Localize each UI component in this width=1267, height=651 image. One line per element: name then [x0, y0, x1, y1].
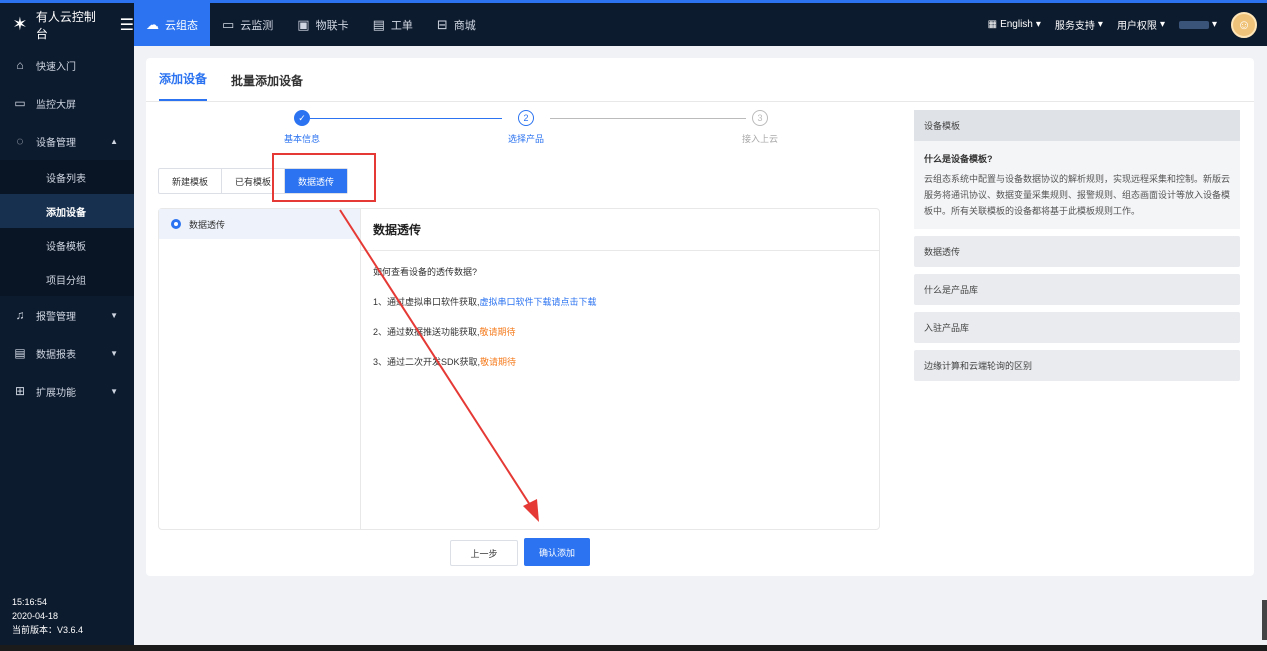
username-blurred — [1178, 20, 1209, 29]
page-tabs: 添加设备 批量添加设备 — [146, 58, 1254, 102]
panel-title: 数据透传 — [361, 209, 879, 251]
step-cloud-access: 3 接入上云 — [710, 110, 810, 145]
panel-question: 如何查看设备的透传数据? — [373, 267, 478, 277]
caret-down-icon: ▾ — [1035, 19, 1041, 30]
step-select-product: 2 选择产品 — [476, 110, 576, 145]
report-icon: ▤ — [14, 346, 26, 360]
language-icon: ▦ — [987, 19, 998, 30]
caret-down-icon: ▾ — [1159, 19, 1165, 30]
confirm-add-button[interactable]: 确认添加 — [524, 538, 590, 566]
prev-step-button[interactable]: 上一步 — [450, 540, 518, 566]
sidebar-item-reports[interactable]: ▤ 数据报表 ▼ — [0, 334, 134, 372]
help-product-library[interactable]: 什么是产品库 — [914, 274, 1240, 305]
coming-soon-link[interactable]: 敬请期待 — [480, 357, 516, 367]
download-link[interactable]: 虚拟串口软件下载请点击下载 — [480, 297, 597, 307]
cloud-icon: ☁ — [146, 16, 159, 32]
coming-soon-link[interactable]: 敬请期待 — [480, 327, 516, 337]
sidebar: ⌂ 快速入门 ▭ 监控大屏 ◌ 设备管理 ▲ 设备列表 添加设备 设备模板 项目分组 ♫… — [0, 46, 134, 651]
shop-icon: ⊟ — [436, 16, 448, 32]
screen-icon: ▭ — [14, 96, 26, 110]
logo-icon: ✶ — [12, 14, 28, 34]
sidebar-item-alarm[interactable]: ♫ 报警管理 ▼ — [0, 296, 134, 334]
brand-title: 有人云控制台 — [35, 9, 96, 41]
sidebar-item-extensions[interactable]: ⊞ 扩展功能 ▼ — [0, 372, 134, 410]
main-card: 添加设备 批量添加设备 ✓ 基本信息 2 选择产品 3 接入上云 新建模板 已有… — [146, 58, 1254, 576]
nav-sim-card[interactable]: ▣ 物联卡 — [285, 3, 360, 46]
caret-down-icon: ▼ — [110, 386, 118, 396]
help-panel: 设备模板 什么是设备模板? 云组态系统中配置与设备数据协议的解析规则，实现远程采… — [914, 110, 1240, 388]
help-device-template-content: 什么是设备模板? 云组态系统中配置与设备数据协议的解析规则，实现远程采集和控制。… — [914, 141, 1240, 229]
step-number: 2 — [518, 110, 534, 126]
bell-icon: ♫ — [15, 308, 25, 322]
radio-selected-icon — [171, 219, 181, 229]
top-right: ▦ English ▾ 服务支持 ▾ 用户权限 ▾ ▾ ☺ — [988, 11, 1267, 38]
panel-detail: 数据透传 如何查看设备的透传数据? 1、通过虚拟串口软件获取,虚拟串口软件下载请… — [361, 209, 879, 529]
sidebar-item-quickstart[interactable]: ⌂ 快速入门 — [0, 46, 134, 84]
caret-down-icon: ▼ — [110, 310, 118, 320]
step-progress: ✓ 基本信息 2 选择产品 3 接入上云 — [226, 110, 866, 150]
help-edge-vs-cloud[interactable]: 边缘计算和云端轮询的区别 — [914, 350, 1240, 381]
taskbar-strip — [0, 645, 1267, 651]
language-select[interactable]: ▦ English ▾ — [988, 19, 1041, 30]
support-menu[interactable]: 服务支持 ▾ — [1055, 17, 1103, 32]
home-icon: ⌂ — [16, 58, 24, 72]
sidebar-item-dashboard[interactable]: ▭ 监控大屏 — [0, 84, 134, 122]
caret-down-icon: ▾ — [1097, 19, 1103, 30]
sidebar-sub-add-device[interactable]: 添加设备 — [0, 194, 134, 228]
sidebar-sub-project-group[interactable]: 项目分组 — [0, 262, 134, 296]
sim-card-icon: ▣ — [297, 16, 310, 32]
passthrough-panel: 数据透传 数据透传 如何查看设备的透传数据? 1、通过虚拟串口软件获取,虚拟串口… — [158, 208, 880, 530]
tab-add-device[interactable]: 添加设备 — [159, 70, 208, 101]
version-label: 当前版本：V3.6.4 — [12, 625, 84, 635]
top-nav: ☁ 云组态 ▭ 云监测 ▣ 物联卡 ▤ 工单 ⊟ 商城 — [134, 3, 488, 46]
method-1: 1、通过虚拟串口软件获取,虚拟串口软件下载请点击下载 — [373, 297, 597, 307]
help-device-template[interactable]: 设备模板 什么是设备模板? 云组态系统中配置与设备数据协议的解析规则，实现远程采… — [914, 110, 1240, 229]
hamburger-icon[interactable]: ☰ — [120, 15, 134, 35]
nav-shop[interactable]: ⊟ 商城 — [425, 3, 488, 46]
monitor-icon: ▭ — [222, 16, 235, 32]
panel-body: 如何查看设备的透传数据? 1、通过虚拟串口软件获取,虚拟串口软件下载请点击下载 … — [361, 251, 879, 399]
check-icon: ✓ — [294, 110, 310, 126]
caret-up-icon: ▲ — [110, 136, 118, 146]
panel-options: 数据透传 — [159, 209, 361, 529]
step-number: 3 — [752, 110, 768, 126]
nav-cloud-monitor[interactable]: ▭ 云监测 — [210, 3, 285, 46]
nav-ticket[interactable]: ▤ 工单 — [361, 3, 425, 46]
sidebar-sub-device-template[interactable]: 设备模板 — [0, 228, 134, 262]
sidebar-footer: 15:16:54 2020-04-18 当前版本：V3.6.4 — [12, 595, 83, 637]
nav-cloud-config[interactable]: ☁ 云组态 — [134, 3, 210, 46]
tab-batch-add-device[interactable]: 批量添加设备 — [231, 72, 303, 101]
user-menu[interactable]: ▾ — [1178, 19, 1217, 30]
caret-down-icon: ▼ — [110, 348, 118, 358]
option-passthrough[interactable]: 数据透传 — [159, 209, 360, 239]
step-basic-info: ✓ 基本信息 — [252, 110, 352, 145]
sidebar-item-device-management[interactable]: ◌ 设备管理 ▲ — [0, 122, 134, 160]
device-icon: ◌ — [16, 134, 24, 148]
new-template-button[interactable]: 新建模板 — [159, 169, 223, 193]
grid-icon: ⊞ — [14, 384, 26, 398]
method-2: 2、通过数据推送功能获取,敬请期待 — [373, 327, 516, 337]
sidebar-sub-device-list[interactable]: 设备列表 — [0, 160, 134, 194]
top-bar: ✶ 有人云控制台 ☰ ☁ 云组态 ▭ 云监测 ▣ 物联卡 ▤ 工单 ⊟ 商城 ▦ Engli… — [0, 0, 1267, 46]
help-join-product-library[interactable]: 入驻产品库 — [914, 312, 1240, 343]
method-3: 3、通过二次开发SDK获取,敬请期待 — [373, 357, 517, 367]
permissions-menu[interactable]: 用户权限 ▾ — [1117, 17, 1165, 32]
avatar[interactable]: ☺ — [1231, 11, 1257, 38]
scrollbar-handle[interactable] — [1262, 600, 1267, 640]
highlight-box — [272, 153, 376, 202]
brand[interactable]: ✶ 有人云控制台 ☰ — [0, 3, 134, 46]
clock-date: 2020-04-18 — [12, 611, 59, 621]
ticket-icon: ▤ — [372, 16, 385, 32]
clock-time: 15:16:54 — [12, 597, 48, 607]
help-passthrough[interactable]: 数据透传 — [914, 236, 1240, 267]
caret-down-icon: ▾ — [1211, 19, 1217, 30]
